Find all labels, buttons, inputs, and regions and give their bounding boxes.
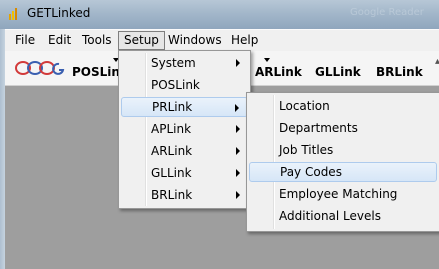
setup-item-prlink[interactable]: PRLink [121,97,248,117]
setup-item-system[interactable]: System [121,53,248,73]
setup-dropdown-menu: System POSLink PRLink APLink ARLink GLLi… [118,50,251,209]
toolbar-arlink[interactable]: ARLink [255,65,302,79]
title-bar: GETLinked Google Reader [0,0,439,29]
window-title-ghost: Google Reader [350,7,424,18]
toolbar-brlink[interactable]: BRLink [376,65,423,79]
prlink-item-location[interactable]: Location [249,96,437,116]
setup-item-aplink[interactable]: APLink [121,119,248,139]
submenu-arrow-icon [235,104,239,112]
menu-tools[interactable]: Tools [77,32,117,49]
toolbar-gllink[interactable]: GLLink [315,65,361,79]
menu-edit[interactable]: Edit [43,32,76,49]
menu-item-label: POSLink [151,78,200,92]
setup-item-brlink[interactable]: BRLink [121,185,248,205]
arlink-dropdown-arrow-icon[interactable] [264,58,270,62]
setup-item-poslink[interactable]: POSLink [121,75,248,95]
submenu-arrow-icon [236,169,240,177]
menu-item-label: APLink [151,122,192,136]
setup-item-gllink[interactable]: GLLink [121,163,248,183]
menu-help[interactable]: Help [226,32,263,49]
prlink-item-job-titles[interactable]: Job Titles [249,140,437,160]
menu-item-label: System [151,56,196,70]
submenu-arrow-icon [236,147,240,155]
submenu-arrow-icon [236,125,240,133]
prlink-item-departments[interactable]: Departments [249,118,437,138]
prlink-item-employee-matching[interactable]: Employee Matching [249,184,437,204]
menu-bar: File Edit Tools Setup Windows Help [5,29,439,51]
submenu-arrow-icon [236,191,240,199]
prlink-item-additional-levels[interactable]: Additional Levels [249,206,437,226]
menu-setup[interactable]: Setup [118,31,165,50]
menu-item-label: BRLink [151,188,193,202]
menu-item-label: GLLink [151,166,192,180]
window-title: GETLinked [27,6,91,20]
menu-windows[interactable]: Windows [163,32,227,49]
menu-file[interactable]: File [10,32,40,49]
menu-item-label: PRLink [152,100,193,114]
toolbar-overflow-icon[interactable]: ▴ [435,56,439,67]
logo-icon [15,61,65,75]
menu-item-label: ARLink [151,144,193,158]
setup-item-arlink[interactable]: ARLink [121,141,248,161]
app-icon [9,8,17,20]
submenu-arrow-icon [236,59,240,67]
prlink-submenu: Location Departments Job Titles Pay Code… [246,92,439,232]
prlink-item-pay-codes[interactable]: Pay Codes [249,162,437,182]
